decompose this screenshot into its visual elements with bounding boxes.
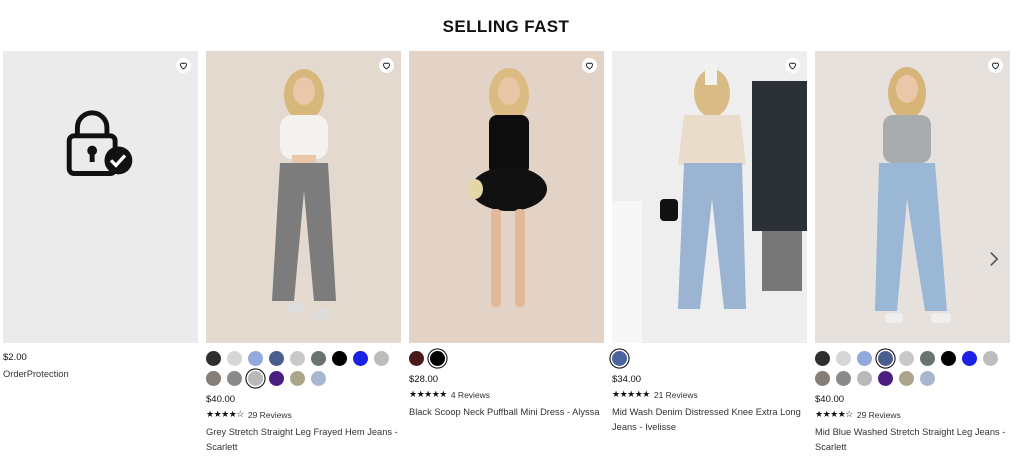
order-protection-name[interactable]: OrderProtection: [3, 369, 198, 379]
product-image[interactable]: [815, 51, 1010, 343]
section-title: SELLING FAST: [442, 17, 570, 36]
color-swatches: [206, 351, 401, 391]
color-swatch[interactable]: [899, 351, 914, 366]
color-swatch[interactable]: [941, 351, 956, 366]
color-swatch[interactable]: [612, 351, 627, 366]
product-image[interactable]: [612, 51, 807, 343]
color-swatches: [409, 351, 604, 371]
color-swatch[interactable]: [353, 351, 368, 366]
review-count: 21 Reviews: [653, 389, 698, 400]
product-price: $40.00: [815, 394, 845, 405]
color-swatch[interactable]: [920, 351, 935, 366]
color-swatch[interactable]: [269, 351, 284, 366]
product-name[interactable]: Mid Wash Denim Distressed Knee Extra Lon…: [612, 405, 807, 435]
color-swatch[interactable]: [227, 351, 242, 366]
color-swatch[interactable]: [836, 351, 851, 366]
color-swatch[interactable]: [962, 351, 977, 366]
product-name[interactable]: Black Scoop Neck Puffball Mini Dress - A…: [409, 405, 604, 420]
color-swatches: [815, 351, 1010, 391]
product-image[interactable]: [409, 51, 604, 343]
chevron-right-icon: [990, 252, 999, 266]
color-swatch[interactable]: [311, 371, 326, 386]
product-card[interactable]: $34.00 ★★★★★ 21 Reviews Mid Wash Denim D…: [612, 51, 807, 435]
rating-stars: ★★★★★: [409, 389, 447, 399]
product-card[interactable]: $40.00 ★★★★☆ 29 Reviews Mid Blue Washed …: [815, 51, 1010, 455]
color-swatch[interactable]: [899, 371, 914, 386]
review-count: 4 Reviews: [450, 389, 491, 400]
order-protection-price: $2.00: [3, 352, 27, 363]
product-card[interactable]: $40.00 ★★★★☆ 29 Reviews Grey Stretch Str…: [206, 51, 401, 455]
rating-stars: ★★★★☆: [206, 409, 244, 419]
color-swatches: [612, 351, 807, 371]
product-rating[interactable]: ★★★★☆ 29 Reviews: [815, 409, 1010, 420]
product-price: $40.00: [206, 394, 236, 405]
color-swatch[interactable]: [374, 351, 389, 366]
model-figure: [875, 67, 951, 323]
color-swatch[interactable]: [409, 351, 424, 366]
color-swatch[interactable]: [857, 371, 872, 386]
product-rating[interactable]: ★★★★☆ 29 Reviews: [206, 409, 401, 420]
color-swatch[interactable]: [920, 371, 935, 386]
product-name[interactable]: Mid Blue Washed Stretch Straight Leg Jea…: [815, 425, 1010, 455]
review-count: 29 Reviews: [247, 409, 292, 420]
color-swatch[interactable]: [248, 371, 263, 386]
color-swatch[interactable]: [815, 371, 830, 386]
color-swatch[interactable]: [206, 371, 221, 386]
product-name[interactable]: Grey Stretch Straight Leg Frayed Hem Jea…: [206, 425, 401, 455]
padlock-check-icon: [66, 110, 133, 176]
product-rating[interactable]: ★★★★★ 4 Reviews: [409, 389, 604, 400]
rating-stars: ★★★★☆: [815, 409, 853, 419]
product-card[interactable]: $28.00 ★★★★★ 4 Reviews Black Scoop Neck …: [409, 51, 604, 420]
color-swatch[interactable]: [878, 371, 893, 386]
color-swatch[interactable]: [430, 351, 445, 366]
color-swatch[interactable]: [269, 371, 284, 386]
carousel-next-button[interactable]: [985, 248, 1003, 270]
color-swatch[interactable]: [290, 351, 305, 366]
color-swatch[interactable]: [836, 371, 851, 386]
color-swatch[interactable]: [815, 351, 830, 366]
product-rating[interactable]: ★★★★★ 21 Reviews: [612, 389, 807, 400]
order-protection-image[interactable]: [3, 51, 198, 343]
color-swatch[interactable]: [983, 351, 998, 366]
review-count: 29 Reviews: [856, 409, 901, 420]
color-swatch[interactable]: [206, 351, 221, 366]
color-swatch[interactable]: [311, 351, 326, 366]
order-protection-card[interactable]: $2.00 OrderProtection: [3, 51, 198, 379]
wishlist-heart-icon[interactable]: [176, 58, 191, 73]
rating-stars: ★★★★★: [612, 389, 650, 399]
color-swatch[interactable]: [248, 351, 263, 366]
product-image[interactable]: [206, 51, 401, 343]
model-figure: [612, 63, 807, 343]
product-price: $28.00: [409, 374, 439, 385]
model-figure: [467, 68, 547, 307]
color-swatch[interactable]: [332, 351, 347, 366]
product-price: $34.00: [612, 374, 642, 385]
color-swatch[interactable]: [878, 351, 893, 366]
color-swatch[interactable]: [290, 371, 305, 386]
model-figure: [272, 69, 336, 319]
color-swatch[interactable]: [857, 351, 872, 366]
color-swatch[interactable]: [227, 371, 242, 386]
